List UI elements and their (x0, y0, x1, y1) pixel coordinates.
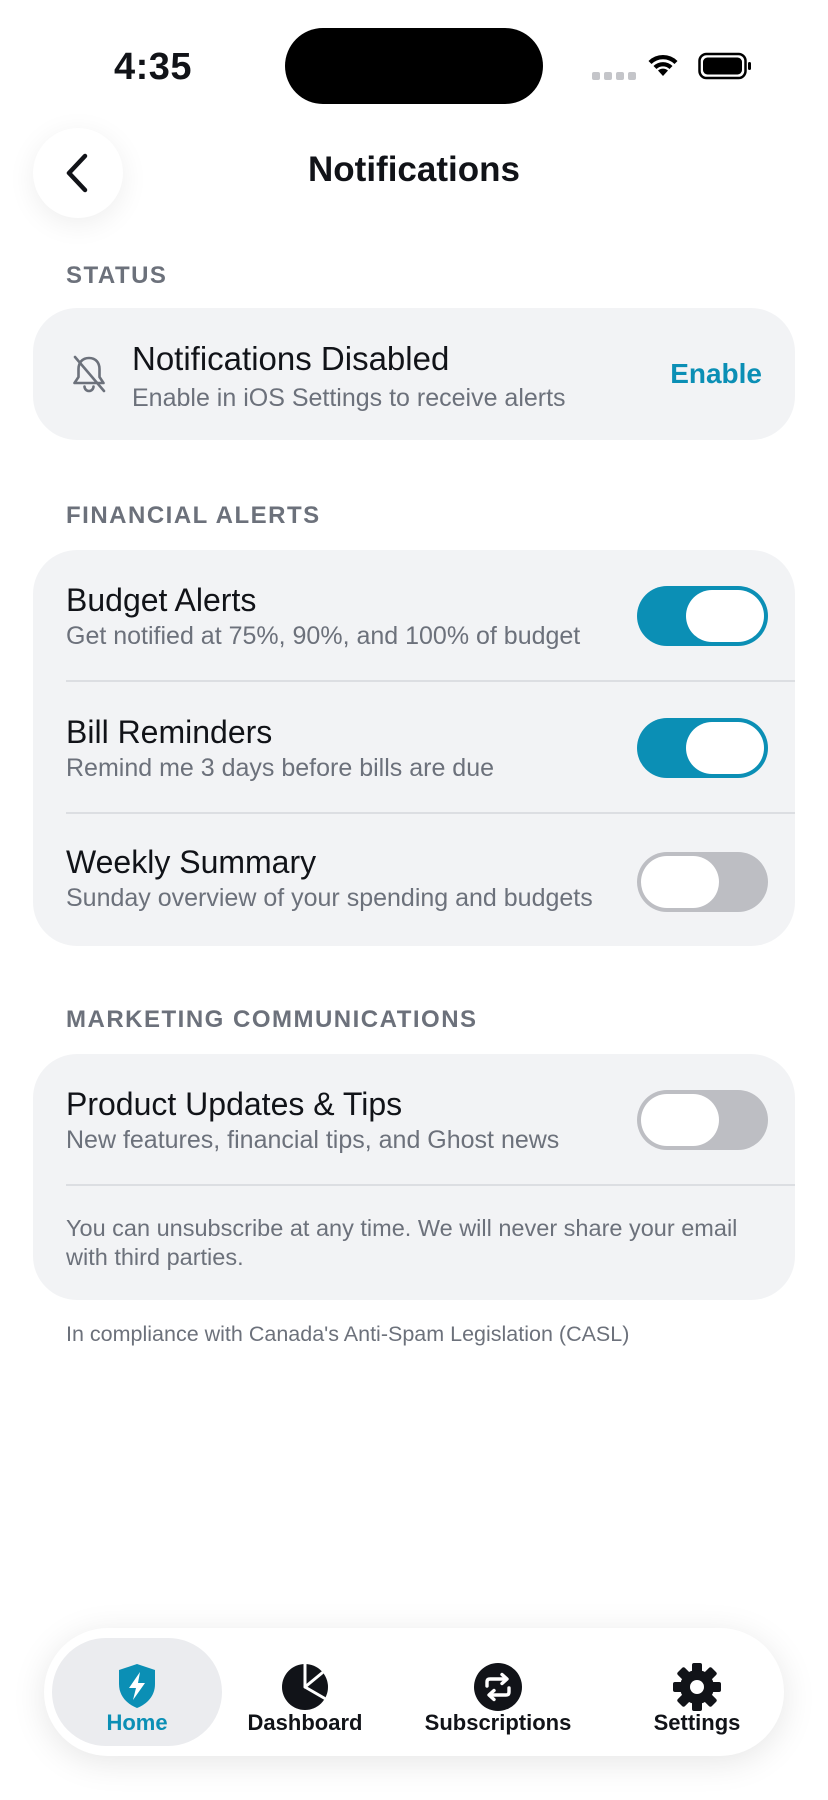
section-label-status: STATUS (66, 262, 168, 289)
repeat-icon (474, 1663, 522, 1711)
setting-row-product-updates: Product Updates & Tips New features, fin… (33, 1054, 795, 1186)
setting-subtitle: Sunday overview of your spending and bud… (66, 884, 593, 912)
toggle-knob (686, 590, 764, 642)
tab-label: Subscriptions (424, 1710, 572, 1735)
financial-alerts-card: Budget Alerts Get notified at 75%, 90%, … (33, 550, 795, 946)
tab-bar: Home Dashboard Subscriptions Settings (44, 1628, 784, 1756)
tab-label: Settings (653, 1710, 741, 1735)
shield-bolt-icon (119, 1664, 155, 1708)
tab-label: Dashboard (247, 1710, 363, 1735)
product-updates-toggle[interactable] (637, 1090, 768, 1150)
toggle-knob (686, 722, 764, 774)
tab-subscriptions[interactable]: Subscriptions (420, 1638, 576, 1746)
pie-chart-icon (282, 1662, 328, 1710)
toggle-knob (641, 1094, 719, 1146)
setting-subtitle: New features, financial tips, and Ghost … (66, 1126, 560, 1154)
gear-icon (673, 1663, 721, 1711)
wifi-icon (648, 54, 678, 76)
status-subtitle: Enable in iOS Settings to receive alerts (132, 384, 566, 412)
setting-title: Bill Reminders (66, 714, 273, 750)
notification-status-card: Notifications Disabled Enable in iOS Set… (33, 308, 795, 440)
toggle-knob (641, 856, 719, 908)
bell-slash-icon (71, 354, 107, 399)
setting-title: Budget Alerts (66, 582, 257, 618)
bill-reminders-toggle[interactable] (637, 718, 768, 778)
setting-title: Weekly Summary (66, 844, 317, 880)
status-time: 4:35 (114, 46, 193, 88)
dynamic-island (285, 28, 543, 104)
setting-subtitle: Get notified at 75%, 90%, and 100% of bu… (66, 622, 581, 650)
divider (66, 1184, 795, 1186)
battery-icon (698, 52, 751, 80)
tab-dashboard[interactable]: Dashboard (240, 1638, 370, 1746)
status-bar: 4:35 (0, 0, 828, 120)
budget-alerts-toggle[interactable] (637, 586, 768, 646)
marketing-card: Product Updates & Tips New features, fin… (33, 1054, 795, 1300)
setting-title: Product Updates & Tips (66, 1086, 403, 1122)
unsubscribe-note: You can unsubscribe at any time. We will… (66, 1215, 738, 1270)
setting-row-bill-reminders: Bill Reminders Remind me 3 days before b… (33, 682, 795, 814)
weekly-summary-toggle[interactable] (637, 852, 768, 912)
enable-button[interactable]: Enable (670, 358, 762, 390)
tab-home[interactable]: Home (52, 1638, 222, 1746)
setting-subtitle: Remind me 3 days before bills are due (66, 754, 495, 782)
page-title: Notifications (308, 150, 520, 189)
cellular-signal-icon (592, 72, 636, 80)
setting-row-weekly-summary: Weekly Summary Sunday overview of your s… (33, 814, 795, 946)
section-label-marketing: MARKETING COMMUNICATIONS (66, 1006, 478, 1033)
tab-label: Home (106, 1710, 168, 1735)
section-label-financial-alerts: FINANCIAL ALERTS (66, 502, 321, 529)
tab-settings[interactable]: Settings (632, 1638, 762, 1746)
setting-row-budget-alerts: Budget Alerts Get notified at 75%, 90%, … (33, 550, 795, 682)
casl-footnote: In compliance with Canada's Anti-Spam Le… (66, 1322, 630, 1346)
status-title: Notifications Disabled (132, 340, 450, 377)
